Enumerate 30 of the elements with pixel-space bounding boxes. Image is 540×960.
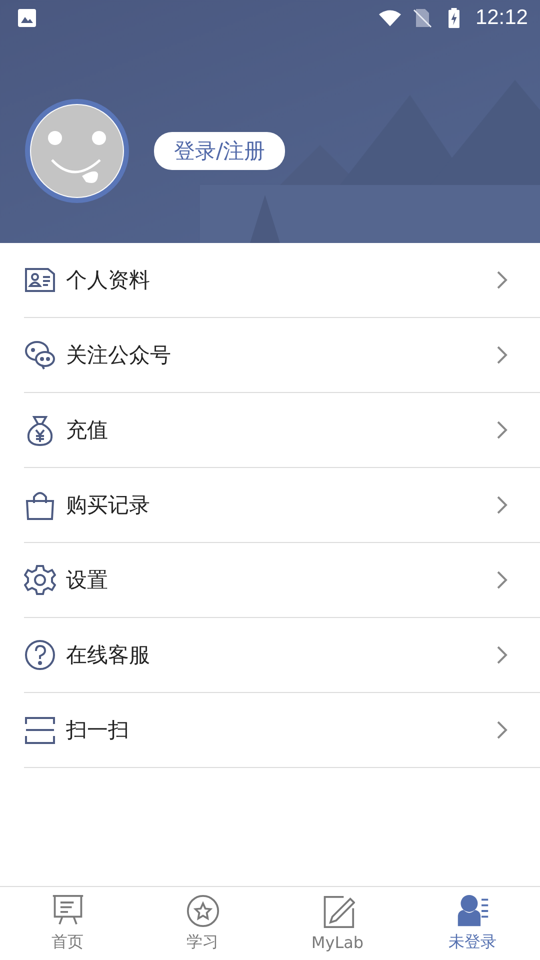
chat-icon: [24, 339, 56, 371]
avatar-icon: [24, 98, 130, 204]
chevron-right-icon: [496, 420, 508, 440]
menu-item[interactable]: 关注公众号: [24, 318, 540, 393]
menu-item[interactable]: 购买记录: [24, 468, 540, 543]
chevron-right-icon: [496, 270, 508, 290]
menu-item[interactable]: 充值: [24, 393, 540, 468]
image-icon: [16, 8, 38, 28]
tab[interactable]: 未登录: [405, 887, 540, 960]
no-sim-icon: [411, 8, 434, 28]
chevron-right-icon: [496, 720, 508, 740]
tab[interactable]: 学习: [135, 887, 270, 960]
menu-item[interactable]: 个人资料: [24, 243, 540, 318]
help-icon: [24, 639, 56, 671]
tab[interactable]: 首页: [0, 887, 135, 960]
chevron-right-icon: [496, 495, 508, 515]
tab[interactable]: MyLab: [270, 887, 405, 960]
user-icon: [456, 894, 490, 928]
chevron-right-icon: [496, 645, 508, 665]
status-time: 12:12: [475, 6, 528, 30]
menu-item[interactable]: 设置: [24, 543, 540, 618]
menu-item[interactable]: 在线客服: [24, 618, 540, 693]
chevron-right-icon: [496, 570, 508, 590]
menu-item[interactable]: 扫一扫: [24, 693, 540, 768]
chevron-right-icon: [496, 345, 508, 365]
login-button[interactable]: 登录/注册: [154, 132, 286, 170]
scan-icon: [24, 714, 56, 746]
wifi-icon: [379, 8, 402, 28]
shopping-bag-icon: [24, 489, 56, 521]
settings-icon: [24, 564, 56, 596]
